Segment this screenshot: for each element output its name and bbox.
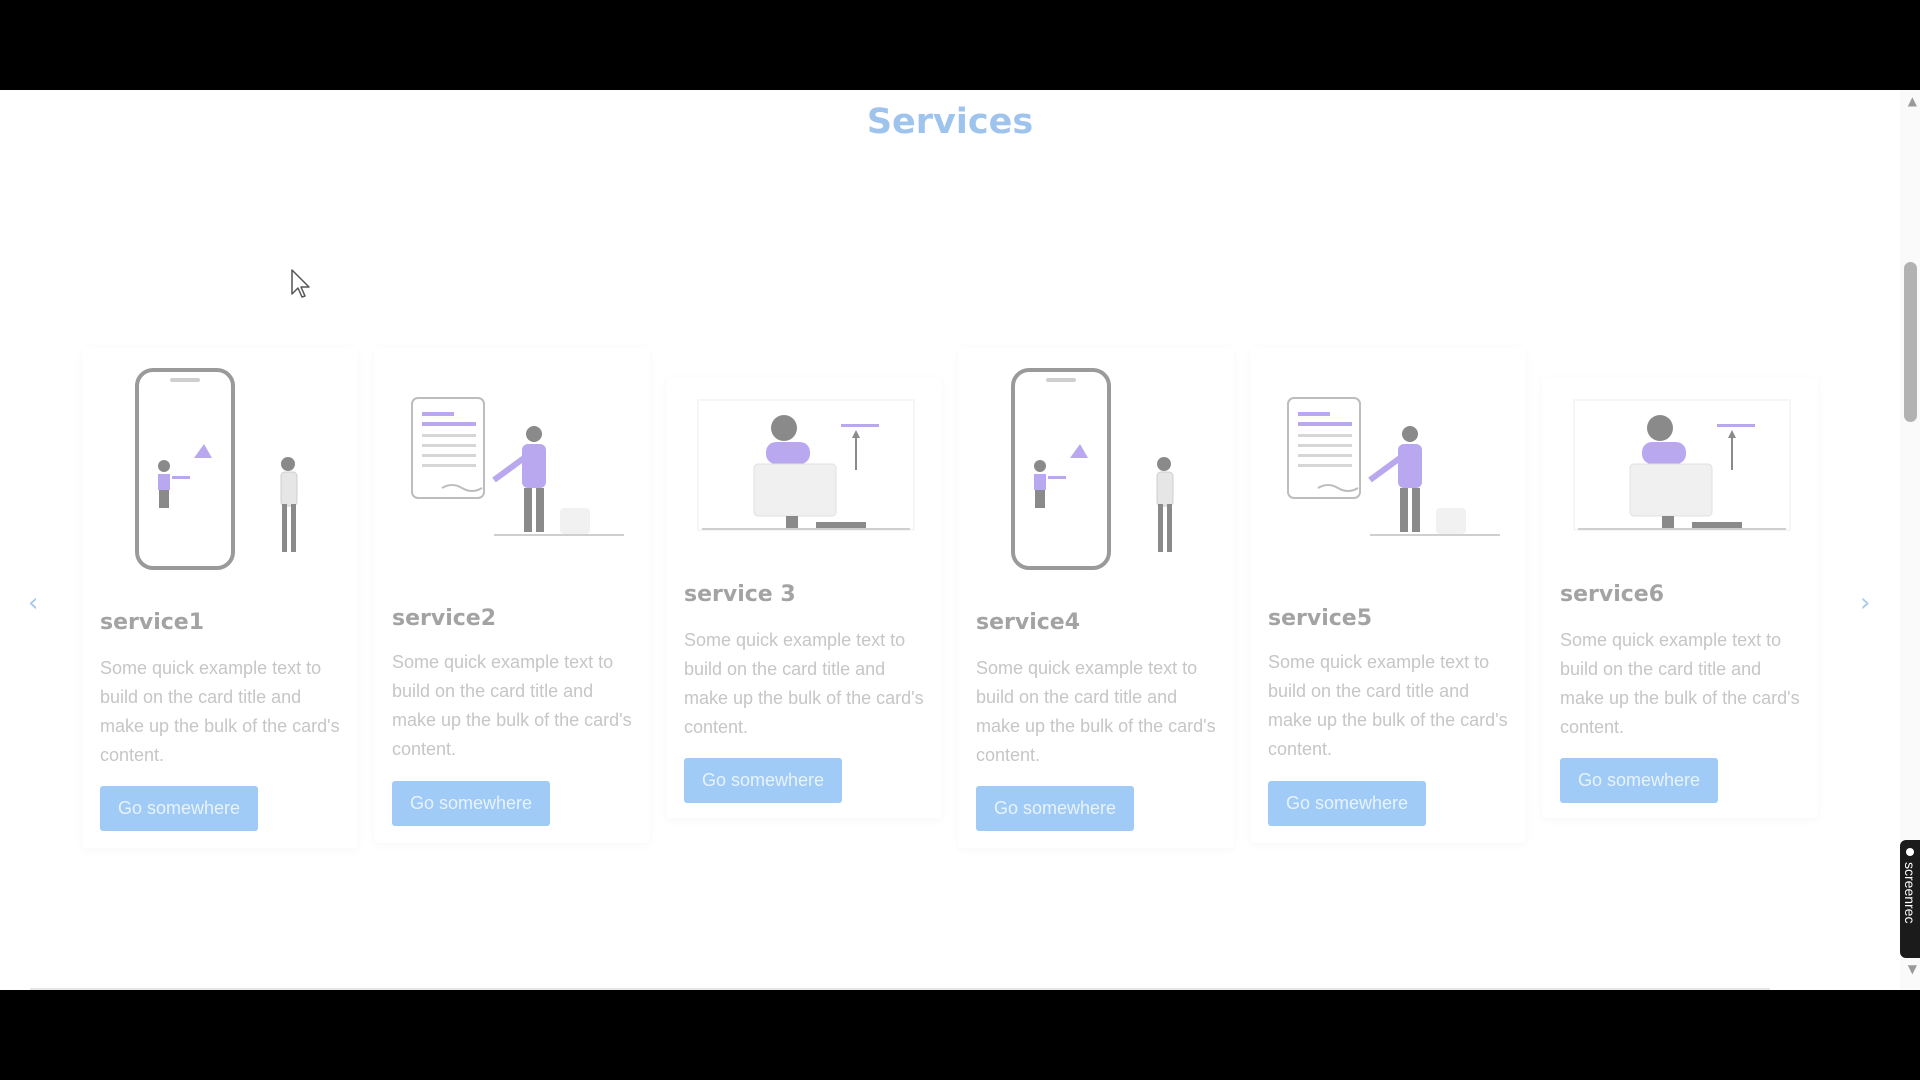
section-title: Services <box>866 102 1034 142</box>
card-text: Some quick example text to build on the … <box>1268 652 1508 759</box>
screen-recorder-label: screenrec <box>1902 862 1918 924</box>
desk-illustration-icon <box>697 399 915 531</box>
chevron-right-icon: › <box>1860 588 1871 618</box>
card-title: service5 <box>1268 606 1373 631</box>
carousel-prev-button[interactable]: ‹ <box>28 588 38 618</box>
card-title: service1 <box>100 610 205 635</box>
screen-recorder-badge[interactable]: screenrec <box>1900 840 1920 958</box>
phone-illustration-icon <box>135 368 298 570</box>
card-title: service2 <box>392 606 497 631</box>
card-text: Some quick example text to build on the … <box>1560 630 1800 737</box>
scroll-down-arrow-icon[interactable]: ▼ <box>1908 962 1917 976</box>
service-card: service 3 Some quick example text to bui… <box>666 378 942 818</box>
card-title: service4 <box>976 610 1081 635</box>
card-text: Some quick example text to build on the … <box>392 652 632 759</box>
page: Services ‹ › service1 Some quick example… <box>0 90 1920 990</box>
service-card: service4 Some quick example text to buil… <box>958 348 1234 848</box>
scrollbar-thumb[interactable] <box>1904 262 1917 422</box>
document-illustration-icon <box>1287 397 1500 536</box>
carousel-next-button[interactable]: › <box>1860 588 1870 618</box>
service-card: service1 Some quick example text to buil… <box>82 348 358 848</box>
scroll-up-arrow-icon[interactable]: ▲ <box>1908 94 1917 108</box>
go-somewhere-button[interactable]: Go somewhere <box>1560 758 1718 803</box>
card-text: Some quick example text to build on the … <box>976 658 1216 765</box>
go-somewhere-button[interactable]: Go somewhere <box>100 786 258 831</box>
document-illustration-icon <box>411 397 624 536</box>
service-card: service2 Some quick example text to buil… <box>374 348 650 843</box>
go-somewhere-button[interactable]: Go somewhere <box>1268 781 1426 826</box>
card-title: service6 <box>1560 582 1665 607</box>
go-somewhere-button[interactable]: Go somewhere <box>684 758 842 803</box>
go-somewhere-button[interactable]: Go somewhere <box>392 781 550 826</box>
card-title: service 3 <box>684 582 796 607</box>
service-card: service6 Some quick example text to buil… <box>1542 378 1818 818</box>
chevron-left-icon: ‹ <box>28 588 39 618</box>
divider <box>30 988 1770 990</box>
service-card: service5 Some quick example text to buil… <box>1250 348 1526 843</box>
phone-illustration-icon <box>1011 368 1174 570</box>
card-text: Some quick example text to build on the … <box>100 658 340 765</box>
mouse-cursor-icon <box>291 269 310 298</box>
record-dot-icon <box>1906 848 1914 856</box>
card-text: Some quick example text to build on the … <box>684 630 924 737</box>
go-somewhere-button[interactable]: Go somewhere <box>976 786 1134 831</box>
desk-illustration-icon <box>1573 399 1791 531</box>
